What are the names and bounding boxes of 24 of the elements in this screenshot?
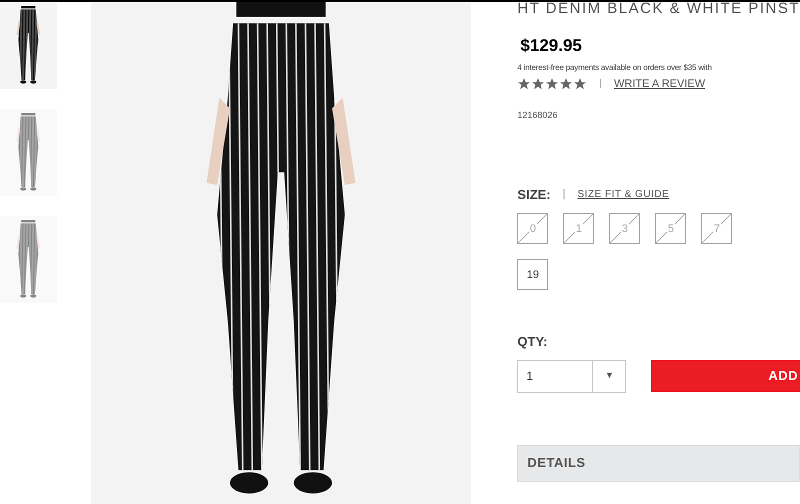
separator: | (599, 77, 602, 92)
separator: | (562, 187, 566, 202)
size-label: SIZE: (517, 186, 551, 204)
write-review-link[interactable]: WRITE A REVIEW (614, 76, 706, 92)
star-icon (517, 76, 532, 91)
add-button[interactable]: ADD (651, 360, 800, 392)
details-bar[interactable]: DETAILS (517, 444, 800, 482)
payments-note: 4 interest-free payments available on orders over $35 with (517, 62, 713, 74)
product-title: HT DENIM BLACK & WHITE PINST (517, 2, 800, 18)
size-option[interactable]: 19 (517, 259, 548, 290)
star-icon (531, 76, 546, 91)
star-icon (573, 76, 588, 91)
star-icon (559, 76, 574, 91)
product-sku: 12168026 (517, 109, 558, 122)
size-option[interactable]: 1 (563, 213, 594, 244)
star-icon (545, 76, 560, 91)
qty-select[interactable]: 1 ▼ (517, 360, 626, 392)
size-option[interactable]: 0 (517, 213, 548, 244)
size-guide-link[interactable]: SIZE FIT & GUIDE (578, 186, 670, 202)
size-option[interactable]: 3 (609, 213, 640, 244)
size-option[interactable]: 7 (701, 213, 732, 244)
qty-label: QTY: (517, 333, 548, 351)
size-option[interactable]: 5 (655, 213, 686, 244)
product-price: $129.95 (520, 35, 583, 57)
